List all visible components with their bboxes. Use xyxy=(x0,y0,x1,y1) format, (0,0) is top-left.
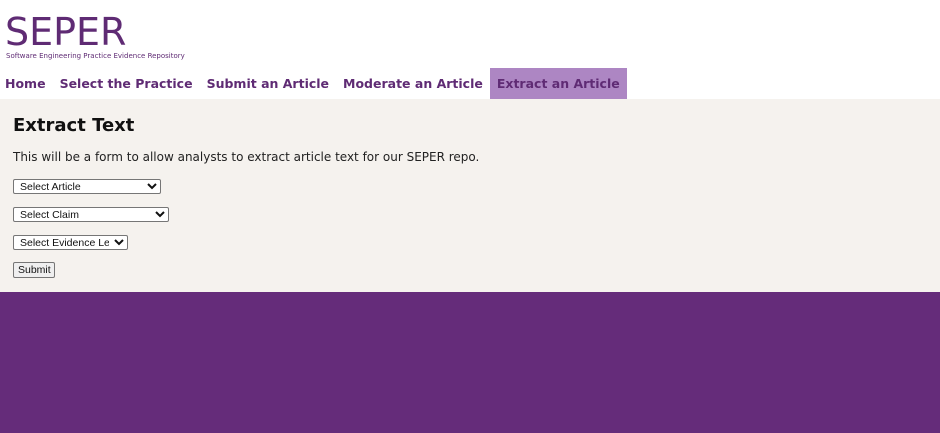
submit-button[interactable]: Submit xyxy=(13,262,55,278)
claim-select[interactable]: Select Claim xyxy=(13,207,169,222)
intro-text: This will be a form to allow analysts to… xyxy=(13,150,480,164)
nav-item-submit-article[interactable]: Submit an Article xyxy=(200,68,336,99)
logo-subtitle: Software Engineering Practice Evidence R… xyxy=(6,52,185,60)
evidence-level-select[interactable]: Select Evidence Level xyxy=(13,235,128,250)
nav-item-extract-article[interactable]: Extract an Article xyxy=(489,68,627,99)
article-select[interactable]: Select Article xyxy=(13,179,161,194)
main-nav: Home Select the Practice Submit an Artic… xyxy=(0,68,940,99)
content-area: Extract Text This will be a form to allo… xyxy=(0,99,940,292)
site-footer xyxy=(0,292,940,433)
site-header: SEPER Software Engineering Practice Evid… xyxy=(0,0,940,68)
page-title: Extract Text xyxy=(13,115,135,136)
nav-item-home[interactable]: Home xyxy=(0,68,53,99)
logo-title[interactable]: SEPER xyxy=(5,12,126,52)
nav-item-moderate-article[interactable]: Moderate an Article xyxy=(336,68,490,99)
nav-item-select-practice[interactable]: Select the Practice xyxy=(53,68,200,99)
